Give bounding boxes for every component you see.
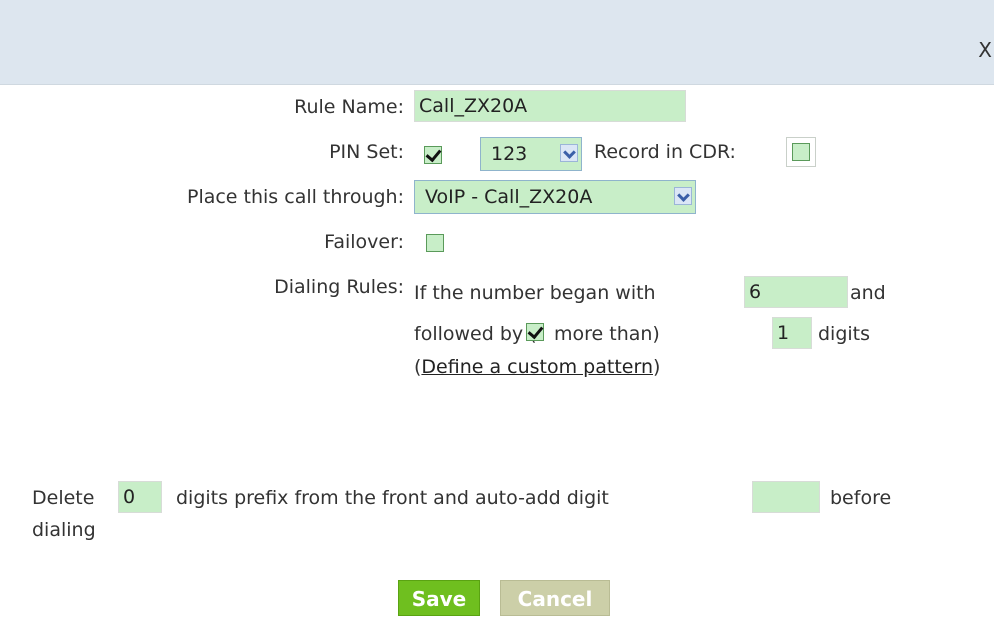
more-than-checkbox[interactable] [526, 323, 544, 341]
before-text: before [830, 487, 892, 509]
custom-pattern-line: (Define a custom pattern) [414, 356, 660, 378]
pin-set-label: PIN Set: [329, 141, 404, 163]
dialing-rules-label: Dialing Rules: [274, 276, 404, 298]
dialog-header: X [0, 0, 994, 85]
followed-by-text: followed by ( [414, 323, 537, 345]
record-cdr-checkbox[interactable] [792, 143, 810, 161]
failover-label: Failover: [324, 231, 404, 253]
paren-close: ) [652, 356, 661, 378]
close-button[interactable]: X [978, 38, 992, 62]
delete-text: Delete [32, 487, 95, 509]
delete-digits-input[interactable] [118, 481, 162, 513]
more-than-text: more than) [554, 323, 660, 345]
pin-set-selected-value: 123 [491, 143, 528, 165]
cancel-button[interactable]: Cancel [500, 580, 610, 616]
record-cdr-label: Record in CDR: [594, 141, 736, 163]
dialing-text: dialing [32, 519, 96, 541]
place-call-label: Place this call through: [186, 186, 404, 208]
began-with-text: If the number began with [414, 282, 656, 304]
began-with-input[interactable] [744, 276, 848, 308]
and-text: and [850, 282, 886, 304]
chevron-down-icon [560, 144, 578, 162]
failover-checkbox[interactable] [426, 234, 444, 252]
place-call-selected-value: VoIP - Call_ZX20A [425, 186, 593, 208]
define-custom-pattern-link[interactable]: Define a custom pattern [421, 356, 653, 378]
digits-text: digits [818, 323, 871, 345]
auto-add-input[interactable] [752, 481, 820, 513]
rule-name-input[interactable] [414, 90, 686, 122]
rule-name-label: Rule Name: [294, 96, 404, 118]
chevron-down-icon [674, 187, 692, 205]
prefix-text: digits prefix from the front and auto-ad… [176, 487, 609, 509]
pin-set-select[interactable]: 123 [480, 137, 582, 171]
save-button[interactable]: Save [398, 580, 480, 616]
place-call-select[interactable]: VoIP - Call_ZX20A [414, 180, 696, 214]
digits-count-input[interactable] [772, 317, 812, 349]
pin-set-checkbox[interactable] [424, 146, 442, 164]
record-cdr-checkbox-frame [786, 137, 816, 167]
